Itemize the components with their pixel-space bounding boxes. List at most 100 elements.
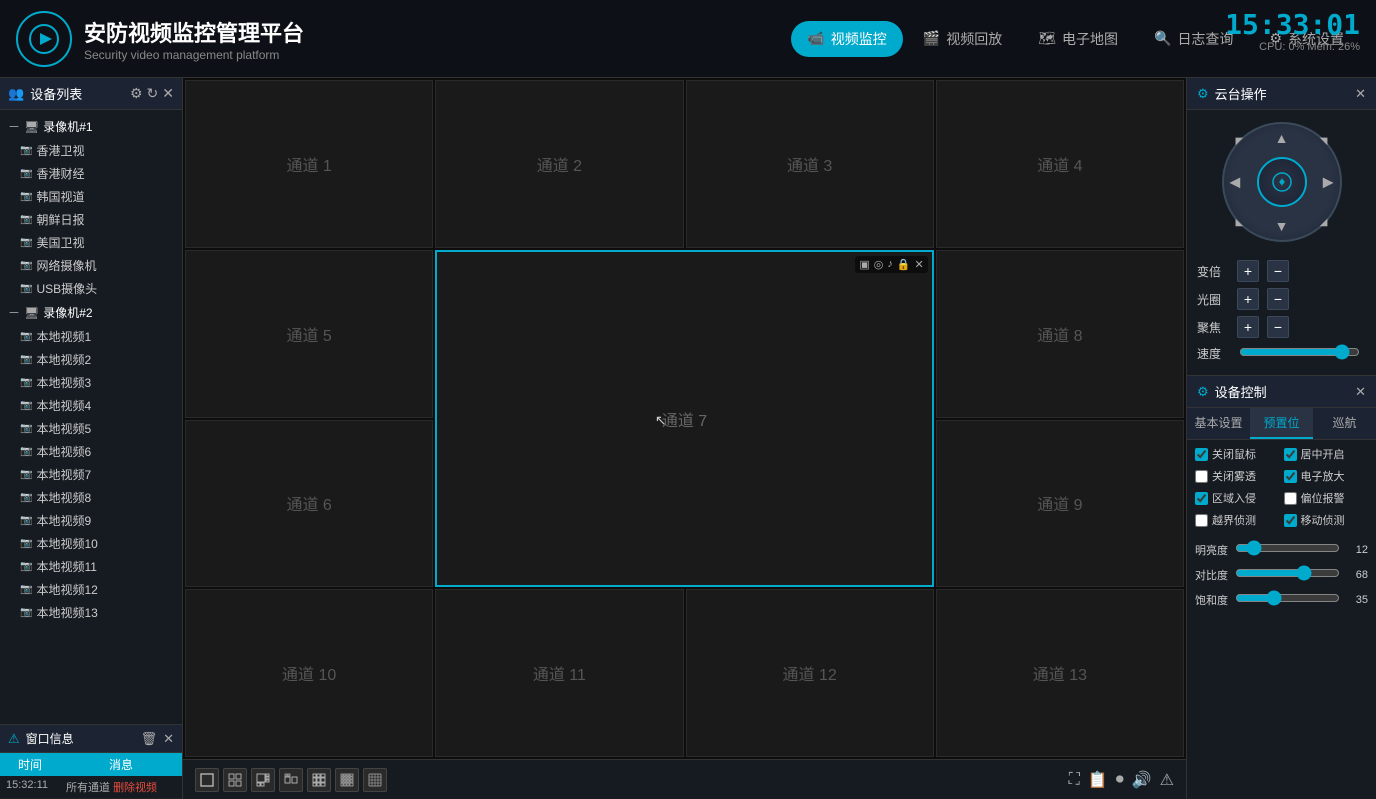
close-haze-label[interactable]: 关闭雾透 — [1195, 468, 1280, 484]
motion-detection-label[interactable]: 移动侦测 — [1284, 512, 1369, 528]
list-item[interactable]: 📷本地视频3 — [0, 371, 182, 394]
sidebar-refresh-icon[interactable]: ↻ — [147, 85, 159, 102]
layout-1x1[interactable] — [195, 768, 219, 792]
list-item[interactable]: 📷朝鲜日报 — [0, 208, 182, 231]
nav-video-monitor[interactable]: 📹 视频监控 — [791, 21, 902, 57]
iris-minus-button[interactable]: − — [1267, 288, 1289, 310]
fullscreen-icon[interactable]: ⛶ — [1069, 771, 1080, 789]
ptz-left-button[interactable]: ◀ — [1230, 174, 1241, 191]
list-item[interactable]: 📷本地视频6 — [0, 440, 182, 463]
ptz-downleft-button[interactable]: ◣ — [1236, 217, 1244, 228]
alarm-icon[interactable]: ⚠ — [1160, 770, 1174, 790]
tab-basic-settings[interactable]: 基本设置 — [1187, 408, 1250, 439]
layout-2x2[interactable] — [223, 768, 247, 792]
video-cell-7[interactable]: ▣ ◎ ♪ 🔒 ✕ ↖通道 7 — [435, 250, 934, 588]
list-item[interactable]: 📷网络摄像机 — [0, 254, 182, 277]
layout-4x6[interactable] — [363, 768, 387, 792]
video-cell-1[interactable]: 通道 1 — [185, 80, 433, 248]
ptz-down-button[interactable]: ▼ — [1275, 218, 1289, 234]
contrast-slider[interactable] — [1235, 565, 1340, 581]
ptz-upright-button[interactable]: ◥ — [1320, 136, 1328, 147]
layout-4x4[interactable] — [335, 768, 359, 792]
list-item[interactable]: 📷本地视频7 — [0, 463, 182, 486]
list-item[interactable]: 📷本地视频13 — [0, 601, 182, 624]
offset-alarm-label[interactable]: 偏位报警 — [1284, 490, 1369, 506]
video-cell-5[interactable]: 通道 5 — [185, 250, 433, 418]
brightness-slider[interactable] — [1235, 540, 1340, 556]
video-cell-8[interactable]: 通道 8 — [936, 250, 1184, 418]
snapshot-all-icon[interactable]: 📋 — [1088, 770, 1108, 790]
sidebar-close-icon[interactable]: ✕ — [162, 85, 174, 102]
ptz-right-button[interactable]: ▶ — [1323, 174, 1334, 191]
video-cell-4[interactable]: 通道 4 — [936, 80, 1184, 248]
cross-detection-checkbox[interactable] — [1195, 514, 1208, 527]
toolbar-vol-icon[interactable]: ♪ — [887, 258, 893, 271]
window-info-close-icon[interactable]: ✕ — [163, 731, 174, 747]
device-control-close-icon[interactable]: ✕ — [1355, 384, 1366, 400]
motion-detection-checkbox[interactable] — [1284, 514, 1297, 527]
list-item[interactable]: 📷韩国视道 — [0, 185, 182, 208]
video-cell-2[interactable]: 通道 2 — [435, 80, 683, 248]
list-item[interactable]: 📷本地视频9 — [0, 509, 182, 532]
ptz-downright-button[interactable]: ◢ — [1320, 217, 1328, 228]
audio-all-icon[interactable]: 🔊 — [1132, 770, 1152, 790]
layout-3x3[interactable] — [307, 768, 331, 792]
video-cell-11[interactable]: 通道 11 — [435, 589, 683, 757]
list-item[interactable]: 📷本地视频11 — [0, 555, 182, 578]
recorder-group-1[interactable]: － 🖥 录像机#1 — [0, 114, 182, 139]
electronic-zoom-checkbox[interactable] — [1284, 470, 1297, 483]
delete-video-button[interactable]: 删除视频 — [113, 782, 157, 794]
focus-plus-button[interactable]: + — [1237, 316, 1259, 338]
area-intrusion-label[interactable]: 区域入侵 — [1195, 490, 1280, 506]
nav-video-playback[interactable]: 🎬 视频回放 — [907, 21, 1018, 57]
sidebar-settings-icon[interactable]: ⚙ — [130, 85, 143, 102]
video-cell-3[interactable]: 通道 3 — [686, 80, 934, 248]
speed-slider[interactable] — [1239, 344, 1360, 360]
area-intrusion-checkbox[interactable] — [1195, 492, 1208, 505]
list-item[interactable]: 📷香港卫视 — [0, 139, 182, 162]
video-cell-13[interactable]: 通道 13 — [936, 589, 1184, 757]
ptz-upleft-button[interactable]: ◤ — [1236, 136, 1244, 147]
cross-detection-label[interactable]: 越界侦测 — [1195, 512, 1280, 528]
video-cell-6[interactable]: 通道 6 — [185, 420, 433, 588]
list-item[interactable]: 📷本地视频2 — [0, 348, 182, 371]
list-item[interactable]: 📷本地视频5 — [0, 417, 182, 440]
list-item[interactable]: 📷本地视频4 — [0, 394, 182, 417]
list-item[interactable]: 📷本地视频1 — [0, 325, 182, 348]
ptz-center-button[interactable] — [1257, 157, 1307, 207]
close-mouse-checkbox[interactable] — [1195, 448, 1208, 461]
nav-map[interactable]: 🗺 电子地图 — [1022, 21, 1134, 57]
center-open-label[interactable]: 居中开启 — [1284, 446, 1369, 462]
tab-cruise[interactable]: 巡航 — [1313, 408, 1376, 439]
ptz-up-button[interactable]: ▲ — [1275, 130, 1289, 146]
close-haze-checkbox[interactable] — [1195, 470, 1208, 483]
list-item[interactable]: 📷香港财经 — [0, 162, 182, 185]
toolbar-snap-icon[interactable]: ◎ — [874, 258, 884, 271]
zoom-minus-button[interactable]: − — [1267, 260, 1289, 282]
video-cell-12[interactable]: 通道 12 — [686, 589, 934, 757]
close-mouse-label[interactable]: 关闭鼠标 — [1195, 446, 1280, 462]
toolbar-x-icon[interactable]: ✕ — [915, 258, 924, 271]
layout-2plus8[interactable] — [279, 768, 303, 792]
list-item[interactable]: 📷本地视频12 — [0, 578, 182, 601]
list-item[interactable]: 📷USB摄像头 — [0, 277, 182, 300]
toolbar-lock-icon[interactable]: 🔒 — [897, 258, 911, 271]
tab-preset-position[interactable]: 预置位 — [1250, 408, 1313, 439]
list-item[interactable]: 📷本地视频10 — [0, 532, 182, 555]
offset-alarm-checkbox[interactable] — [1284, 492, 1297, 505]
zoom-plus-button[interactable]: + — [1237, 260, 1259, 282]
toolbar-rec-icon[interactable]: ▣ — [859, 258, 869, 271]
record-all-icon[interactable]: ⏺ — [1116, 771, 1124, 789]
iris-plus-button[interactable]: + — [1237, 288, 1259, 310]
center-open-checkbox[interactable] — [1284, 448, 1297, 461]
list-item[interactable]: 📷美国卫视 — [0, 231, 182, 254]
video-cell-9[interactable]: 通道 9 — [936, 420, 1184, 588]
layout-1plus5[interactable] — [251, 768, 275, 792]
focus-minus-button[interactable]: − — [1267, 316, 1289, 338]
list-item[interactable]: 📷本地视频8 — [0, 486, 182, 509]
recorder-group-2[interactable]: － 🖥 录像机#2 — [0, 300, 182, 325]
electronic-zoom-label[interactable]: 电子放大 — [1284, 468, 1369, 484]
video-cell-10[interactable]: 通道 10 — [185, 589, 433, 757]
window-info-clear-icon[interactable]: 🗑 — [141, 731, 158, 747]
ptz-close-icon[interactable]: ✕ — [1355, 86, 1366, 102]
